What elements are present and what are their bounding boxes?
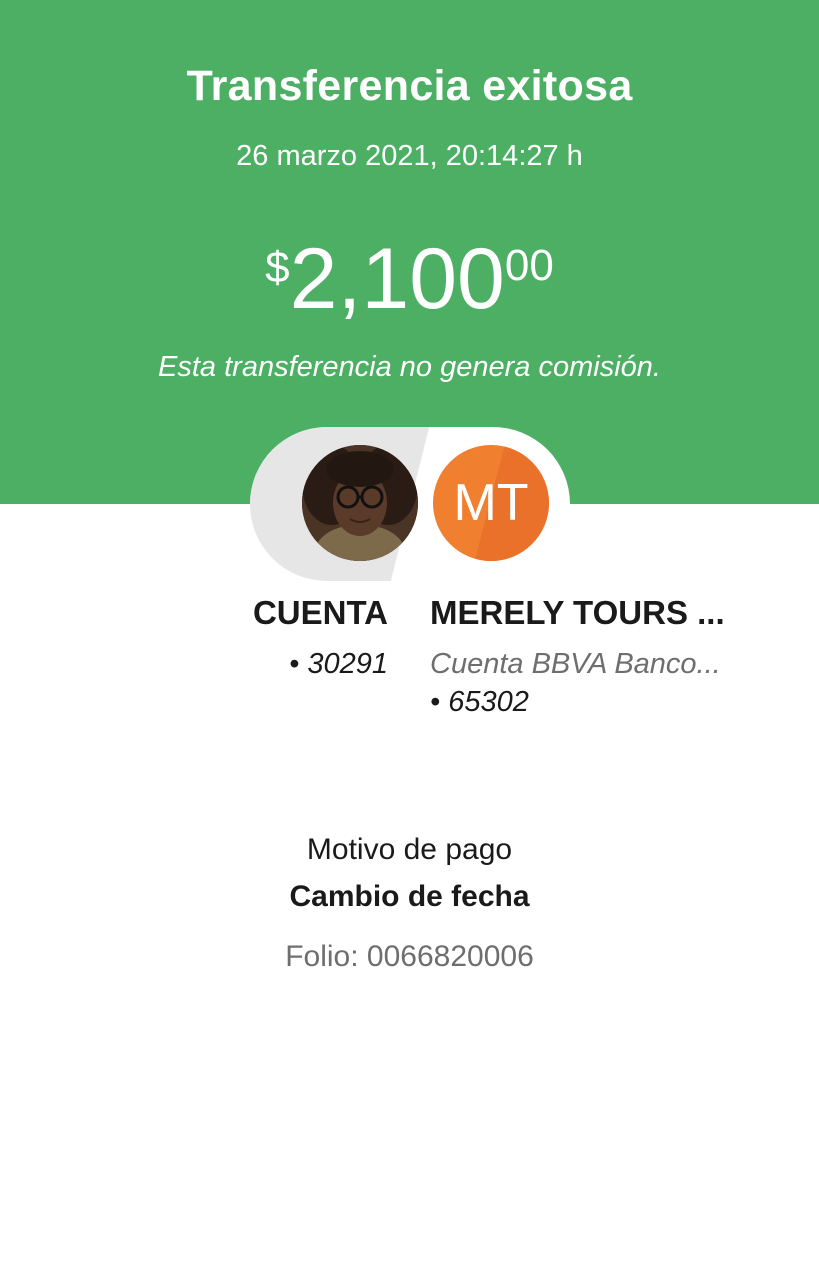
folio-number: Folio: 0066820006 — [285, 940, 534, 973]
recipient-bank: Cuenta BBVA Banco... — [430, 648, 721, 680]
transfer-datetime: 26 marzo 2021, 20:14:27 h — [236, 140, 583, 172]
page-title: Transferencia exitosa — [186, 62, 633, 110]
payment-reason-label: Motivo de pago — [306, 833, 513, 866]
recipient-name: MERELY TOURS ... — [430, 594, 725, 631]
recipient-account: • 65302 — [430, 686, 529, 718]
amount-decimals: 00 — [504, 241, 554, 290]
recipient-initials: MT — [453, 474, 529, 532]
payment-reason-value: Cambio de fecha — [289, 880, 530, 913]
recipient-avatar: MT — [433, 445, 549, 561]
transfer-receipt-screen: Transferencia exitosa 26 marzo 2021, 20:… — [0, 0, 819, 1280]
amount-currency-symbol: $ — [265, 243, 290, 292]
amount-integer: 2,100 — [289, 231, 505, 327]
sender-name: CUENTA — [252, 594, 388, 631]
fee-note: Esta transferencia no genera comisión. — [158, 351, 661, 383]
transfer-amount: $2,10000 — [0, 236, 819, 322]
parties-pill: MT — [250, 427, 570, 581]
sender-avatar — [302, 445, 418, 561]
user-photo-icon — [302, 445, 418, 561]
sender-account: • 30291 — [289, 648, 388, 680]
